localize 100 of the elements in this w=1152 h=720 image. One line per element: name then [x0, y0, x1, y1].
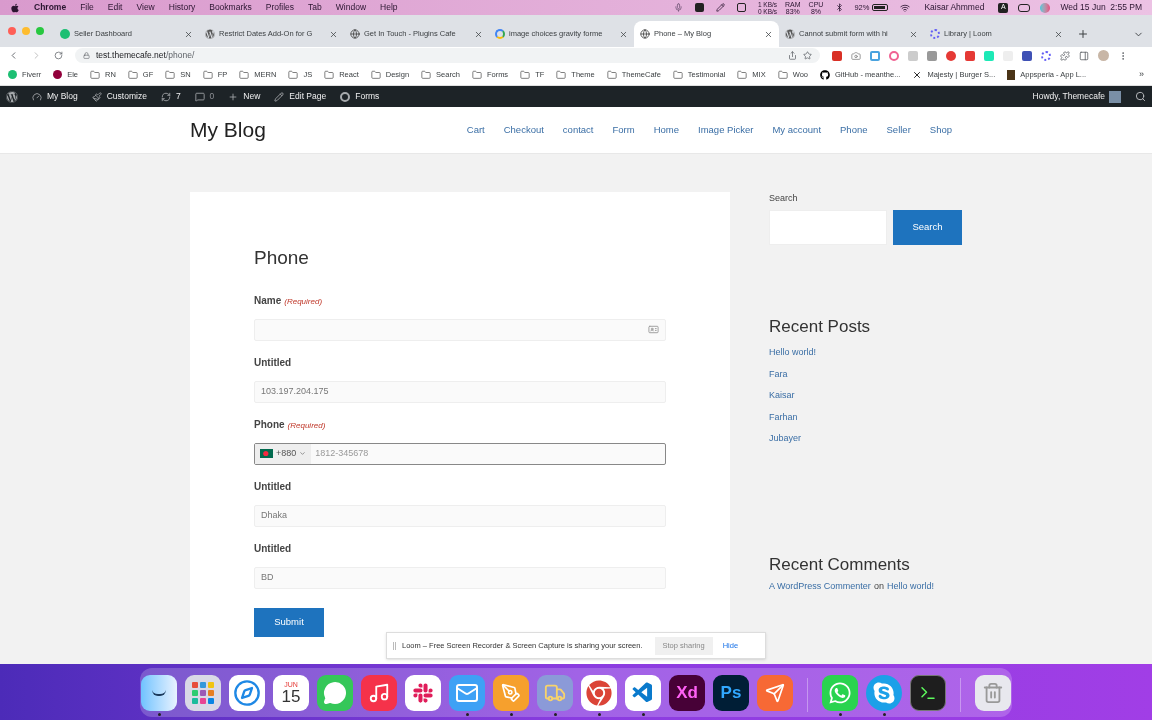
- camera-icon[interactable]: [851, 50, 861, 61]
- launchpad-icon[interactable]: [185, 674, 221, 711]
- menu-item[interactable]: Bookmarks: [209, 1, 252, 14]
- admin-bar-item[interactable]: Edit Page: [274, 90, 327, 103]
- menu-item[interactable]: Tab: [308, 1, 322, 14]
- user-name[interactable]: Kaisar Ahmmed: [924, 1, 985, 14]
- extension-icon[interactable]: [927, 50, 937, 61]
- extensions-icon[interactable]: [1060, 50, 1070, 61]
- post-link[interactable]: Farhan: [769, 410, 962, 424]
- mail-icon[interactable]: [449, 674, 485, 711]
- reload-icon[interactable]: [54, 51, 63, 60]
- more-bookmarks[interactable]: »: [1139, 67, 1144, 82]
- nav-link[interactable]: Phone: [840, 122, 868, 138]
- extension-icon[interactable]: [965, 50, 975, 61]
- drag-handle-icon[interactable]: [393, 641, 396, 650]
- menu-item[interactable]: Edit: [107, 1, 123, 14]
- microphone-icon[interactable]: [673, 3, 683, 12]
- new-tab-icon[interactable]: [1077, 28, 1089, 40]
- nav-link[interactable]: Home: [653, 122, 679, 138]
- close-icon[interactable]: [474, 29, 483, 39]
- menu-item[interactable]: Window: [335, 1, 367, 14]
- control-center-icon[interactable]: [1018, 3, 1031, 12]
- quill-icon[interactable]: [715, 3, 725, 12]
- admin-bar-item[interactable]: 0: [194, 90, 215, 103]
- trash-icon[interactable]: [975, 674, 1011, 711]
- nav-link[interactable]: Image Picker: [698, 122, 754, 138]
- terminal-icon[interactable]: [910, 674, 946, 711]
- input-field[interactable]: [254, 318, 666, 341]
- input-field[interactable]: Dhaka: [254, 504, 666, 527]
- compass-icon[interactable]: [229, 674, 265, 711]
- close-icon[interactable]: [184, 29, 193, 39]
- greeting[interactable]: Howdy, Themecafe: [1032, 90, 1105, 103]
- app-menu[interactable]: Chrome: [34, 1, 67, 14]
- nav-link[interactable]: Seller: [886, 122, 911, 138]
- post-link[interactable]: Fara: [769, 367, 962, 381]
- status-icon[interactable]: [736, 3, 746, 12]
- apple-icon[interactable]: [10, 2, 20, 13]
- slack-icon[interactable]: [405, 674, 441, 711]
- post-link[interactable]: Jubayer: [769, 432, 962, 446]
- phone-field[interactable]: +880 1812-345678: [254, 442, 666, 465]
- postman-icon[interactable]: [757, 674, 793, 711]
- admin-bar-item[interactable]: My Blog: [32, 90, 78, 103]
- input-field[interactable]: BD: [254, 566, 666, 589]
- country-selector[interactable]: +880: [255, 443, 312, 464]
- extension-icon[interactable]: [1041, 50, 1051, 61]
- extension-icon[interactable]: [1022, 50, 1032, 61]
- music-icon[interactable]: [361, 674, 397, 711]
- nav-link[interactable]: My account: [772, 122, 822, 138]
- menu-item[interactable]: File: [80, 1, 94, 14]
- comment-author-link[interactable]: A WordPress Commenter: [769, 580, 871, 594]
- submit-button[interactable]: Submit: [254, 607, 324, 637]
- wifi-icon[interactable]: [900, 2, 911, 13]
- close-icon[interactable]: [329, 29, 338, 39]
- bluetooth-icon[interactable]: [835, 3, 845, 12]
- extension-icon[interactable]: [946, 50, 956, 61]
- pen-icon[interactable]: [493, 674, 529, 711]
- phone-input[interactable]: 1812-345678: [311, 446, 665, 461]
- vscode-icon[interactable]: [625, 674, 661, 711]
- search-icon[interactable]: [1135, 91, 1146, 102]
- share-icon[interactable]: [788, 51, 797, 60]
- wordpress-icon[interactable]: [6, 90, 18, 103]
- close-icon[interactable]: [764, 29, 773, 39]
- close-window-button[interactable]: [8, 27, 16, 35]
- side-panel-icon[interactable]: [1079, 50, 1089, 61]
- admin-bar-item[interactable]: Customize: [91, 90, 147, 103]
- ps-icon[interactable]: Ps: [713, 674, 749, 711]
- messages-icon[interactable]: [317, 674, 353, 711]
- skype-icon[interactable]: [866, 674, 902, 711]
- extension-icon[interactable]: [889, 50, 899, 61]
- siri-icon[interactable]: [1040, 2, 1051, 13]
- chrome-icon[interactable]: [581, 674, 617, 711]
- nav-link[interactable]: Cart: [466, 122, 485, 138]
- search-button[interactable]: Search: [893, 209, 962, 245]
- nav-link[interactable]: contact: [562, 122, 594, 138]
- menu-item[interactable]: Profiles: [265, 1, 295, 14]
- admin-bar-item[interactable]: New: [228, 90, 261, 103]
- close-icon[interactable]: [619, 29, 628, 39]
- input-field[interactable]: 103.197.204.175: [254, 380, 666, 403]
- finder-icon[interactable]: [141, 674, 177, 711]
- post-link[interactable]: Hello world!: [769, 346, 962, 360]
- post-link[interactable]: Kaisar: [769, 389, 962, 403]
- nav-link[interactable]: Shop: [929, 122, 952, 138]
- bookmark-star-icon[interactable]: [803, 51, 812, 60]
- site-title[interactable]: My Blog: [190, 114, 266, 146]
- menu-item[interactable]: Help: [380, 1, 398, 14]
- admin-bar-item[interactable]: Forms: [340, 90, 380, 103]
- extension-icon[interactable]: [832, 50, 842, 61]
- xd-icon[interactable]: Xd: [669, 674, 705, 711]
- admin-bar-item[interactable]: 7: [160, 90, 181, 103]
- status-icon[interactable]: [694, 3, 704, 12]
- close-icon[interactable]: [909, 29, 918, 39]
- battery-icon[interactable]: [872, 4, 889, 11]
- address-bar[interactable]: test.themecafe.net/phone/: [75, 48, 820, 63]
- close-icon[interactable]: [1054, 29, 1063, 39]
- nav-link[interactable]: Checkout: [503, 122, 544, 138]
- truck-icon[interactable]: [537, 674, 573, 711]
- nav-link[interactable]: Form: [612, 122, 635, 138]
- menu-item[interactable]: View: [136, 1, 155, 14]
- menu-item[interactable]: History: [168, 1, 196, 14]
- comment-post-link[interactable]: Hello world!: [886, 580, 934, 594]
